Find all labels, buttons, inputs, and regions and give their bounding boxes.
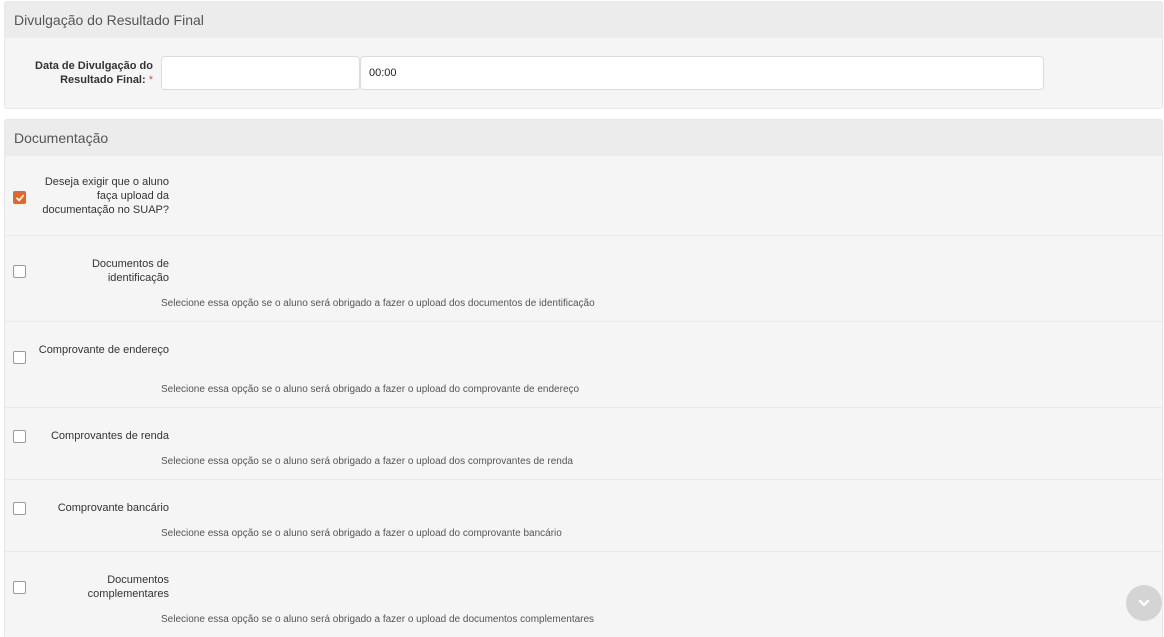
result-date-input[interactable]: [161, 56, 360, 90]
endereco-label: Comprovante de endereço: [38, 344, 169, 356]
renda-help: Selecione essa opção se o aluno será obr…: [161, 456, 573, 467]
chevron-down-icon: [1138, 599, 1150, 607]
result-panel: Divulgação do Resultado Final Data de Di…: [4, 1, 1163, 109]
require-upload-checkbox[interactable]: [13, 191, 26, 204]
option-row-endereco: Comprovante de endereço Selecione essa o…: [5, 322, 1162, 408]
option-row-renda: Comprovantes de renda Selecione essa opç…: [5, 408, 1162, 480]
result-time-input[interactable]: [360, 56, 1044, 90]
option-row-bancario: Comprovante bancário Selecione essa opçã…: [5, 480, 1162, 552]
result-panel-title: Divulgação do Resultado Final: [14, 12, 204, 28]
complementares-help: Selecione essa opção se o aluno será obr…: [161, 614, 595, 625]
scroll-down-button[interactable]: [1126, 585, 1162, 621]
check-icon: [15, 194, 24, 201]
endereco-help: Selecione essa opção se o aluno será obr…: [161, 384, 580, 395]
required-marker: *: [148, 74, 153, 86]
documentation-panel-title: Documentação: [14, 130, 109, 146]
renda-checkbox[interactable]: [13, 430, 26, 443]
complementares-label: Documentos complementares: [87, 574, 169, 600]
identificacao-help: Selecione essa opção se o aluno será obr…: [161, 298, 595, 309]
identificacao-checkbox[interactable]: [13, 265, 26, 278]
bancario-label: Comprovante bancário: [57, 502, 169, 514]
option-row-identificacao: Documentos de identificação Selecione es…: [5, 236, 1162, 322]
bancario-checkbox[interactable]: [13, 502, 26, 515]
documentation-panel: Documentação Deseja exigir que o aluno f…: [4, 119, 1163, 637]
bancario-help: Selecione essa opção se o aluno será obr…: [161, 528, 562, 539]
require-upload-label: Deseja exigir que o aluno faça upload da…: [42, 176, 169, 216]
require-upload-row: Deseja exigir que o aluno faça upload da…: [5, 156, 1162, 236]
endereco-checkbox[interactable]: [13, 351, 26, 364]
documentation-panel-header: Documentação: [5, 120, 1162, 156]
complementares-checkbox[interactable]: [13, 581, 26, 594]
option-row-complementares: Documentos complementares Selecione essa…: [5, 552, 1162, 637]
result-date-row: Data de Divulgação do Resultado Final: *: [5, 38, 1162, 108]
renda-label: Comprovantes de renda: [50, 430, 169, 442]
identificacao-label: Documentos de identificação: [91, 258, 169, 284]
result-panel-header: Divulgação do Resultado Final: [5, 2, 1162, 38]
result-date-label-text: Data de Divulgação do Resultado Final:: [35, 60, 153, 86]
result-date-label: Data de Divulgação do Resultado Final: *: [15, 59, 153, 87]
